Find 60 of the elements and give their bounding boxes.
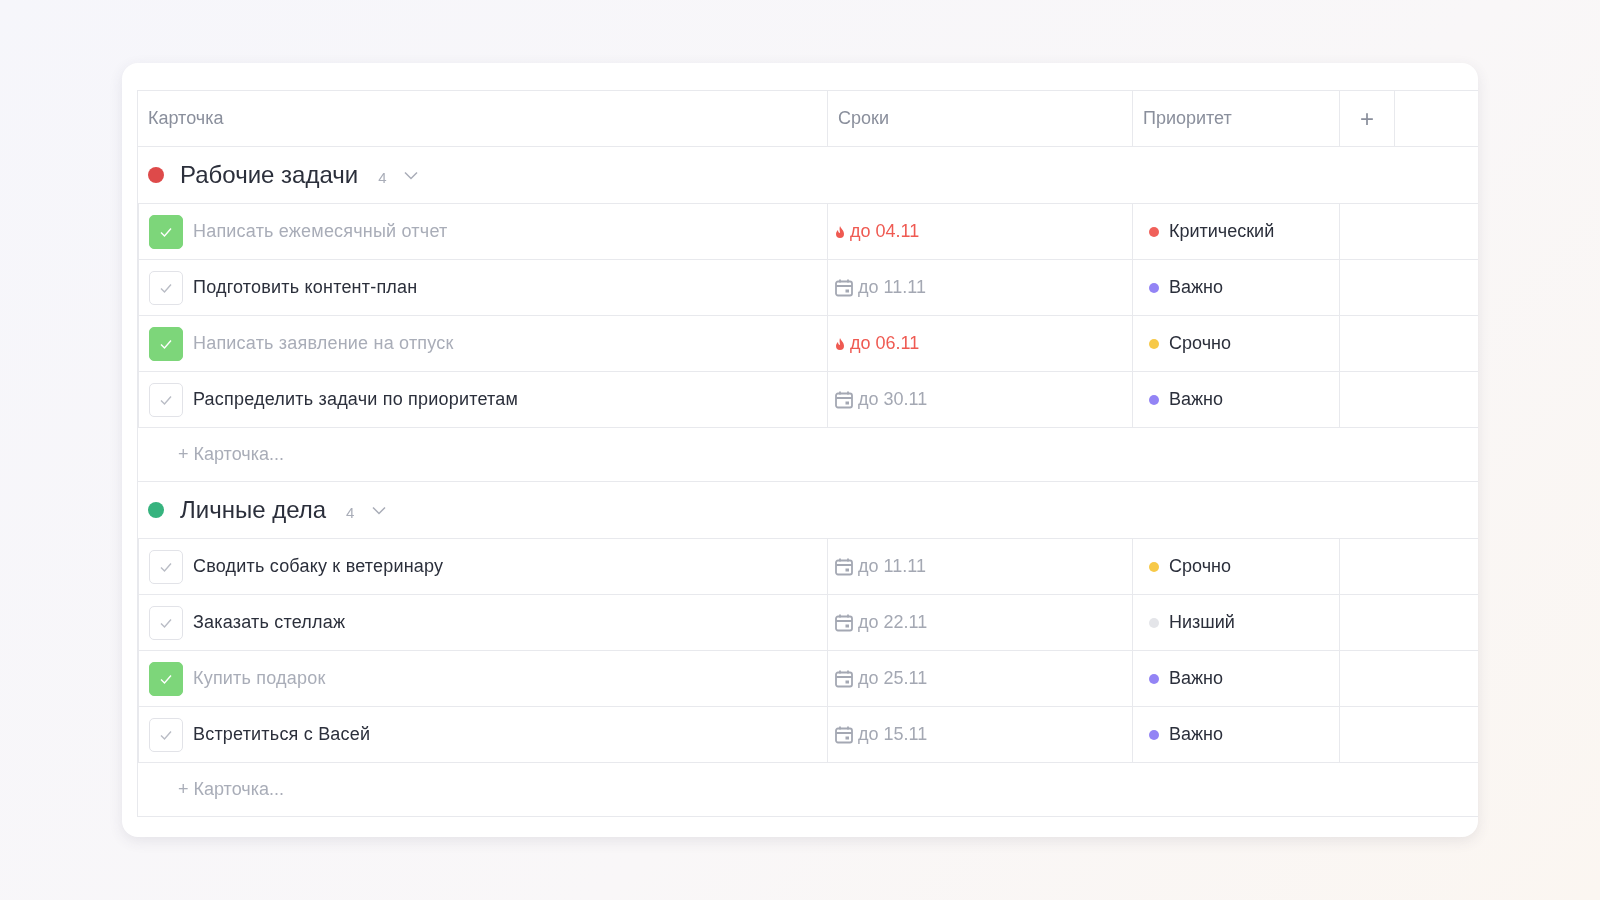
task-title[interactable]: Встретиться с Васей [193,724,371,745]
check-icon [159,281,173,294]
group-count: 4 [378,168,387,186]
check-icon [159,672,173,685]
column-header: Приоритет [1143,108,1232,129]
due-date: до 15.11 [858,724,928,745]
task-title[interactable]: Подготовить контент-план [193,277,418,298]
due-date: до 11.11 [858,277,926,298]
priority-label: Важно [1169,724,1223,745]
task-title[interactable]: Сводить собаку к ветеринару [193,556,444,577]
calendar-icon [834,668,854,689]
checkbox[interactable] [149,326,183,361]
checkbox[interactable] [149,270,183,305]
task-title[interactable]: Заказать стеллаж [193,612,346,633]
checkbox[interactable] [149,382,183,417]
task-title[interactable]: Купить подарок [193,668,326,689]
priority-label: Низший [1169,612,1235,633]
check-icon [159,393,173,406]
calendar-icon [834,612,854,633]
add-card-button[interactable]: + Карточка... [178,779,284,800]
group-count: 4 [346,503,355,521]
check-icon [159,616,173,629]
flame-icon [834,224,846,239]
due-date: до 30.11 [858,389,928,410]
calendar-icon [834,556,854,577]
priority-label: Срочно [1169,333,1231,354]
column-header: Карточка [148,108,224,129]
add-card-button[interactable]: + Карточка... [178,444,284,465]
check-icon [159,728,173,741]
due-date: до 11.11 [858,556,926,577]
check-icon [159,337,173,350]
due-date: до 04.11 [850,221,920,242]
flame-icon [834,336,846,351]
group-title: Рабочие задачи [180,161,359,189]
column-header: Сроки [838,108,889,129]
checkbox[interactable] [149,214,183,249]
priority-label: Критический [1169,221,1275,242]
task-title[interactable]: Написать заявление на отпуск [193,333,454,354]
due-date: до 25.11 [858,668,928,689]
chevron-icon[interactable] [404,170,419,180]
calendar-icon [834,389,854,410]
group-title: Личные дела [180,496,327,524]
checkbox[interactable] [149,605,183,640]
priority-label: Важно [1169,668,1223,689]
priority-label: Важно [1169,277,1223,298]
calendar-icon [834,277,854,298]
chevron-icon[interactable] [372,505,387,515]
task-title[interactable]: Распределить задачи по приоритетам [193,389,519,410]
task-title[interactable]: Написать ежемесячный отчет [193,221,448,242]
due-date: до 22.11 [858,612,928,633]
check-icon [159,560,173,573]
priority-label: Срочно [1169,556,1231,577]
checkbox[interactable] [149,661,183,696]
add-column-button[interactable]: + [1360,104,1374,133]
checkbox[interactable] [149,549,183,584]
calendar-icon [834,724,854,745]
check-icon [159,225,173,238]
checkbox[interactable] [149,717,183,752]
due-date: до 06.11 [850,333,920,354]
priority-label: Важно [1169,389,1223,410]
